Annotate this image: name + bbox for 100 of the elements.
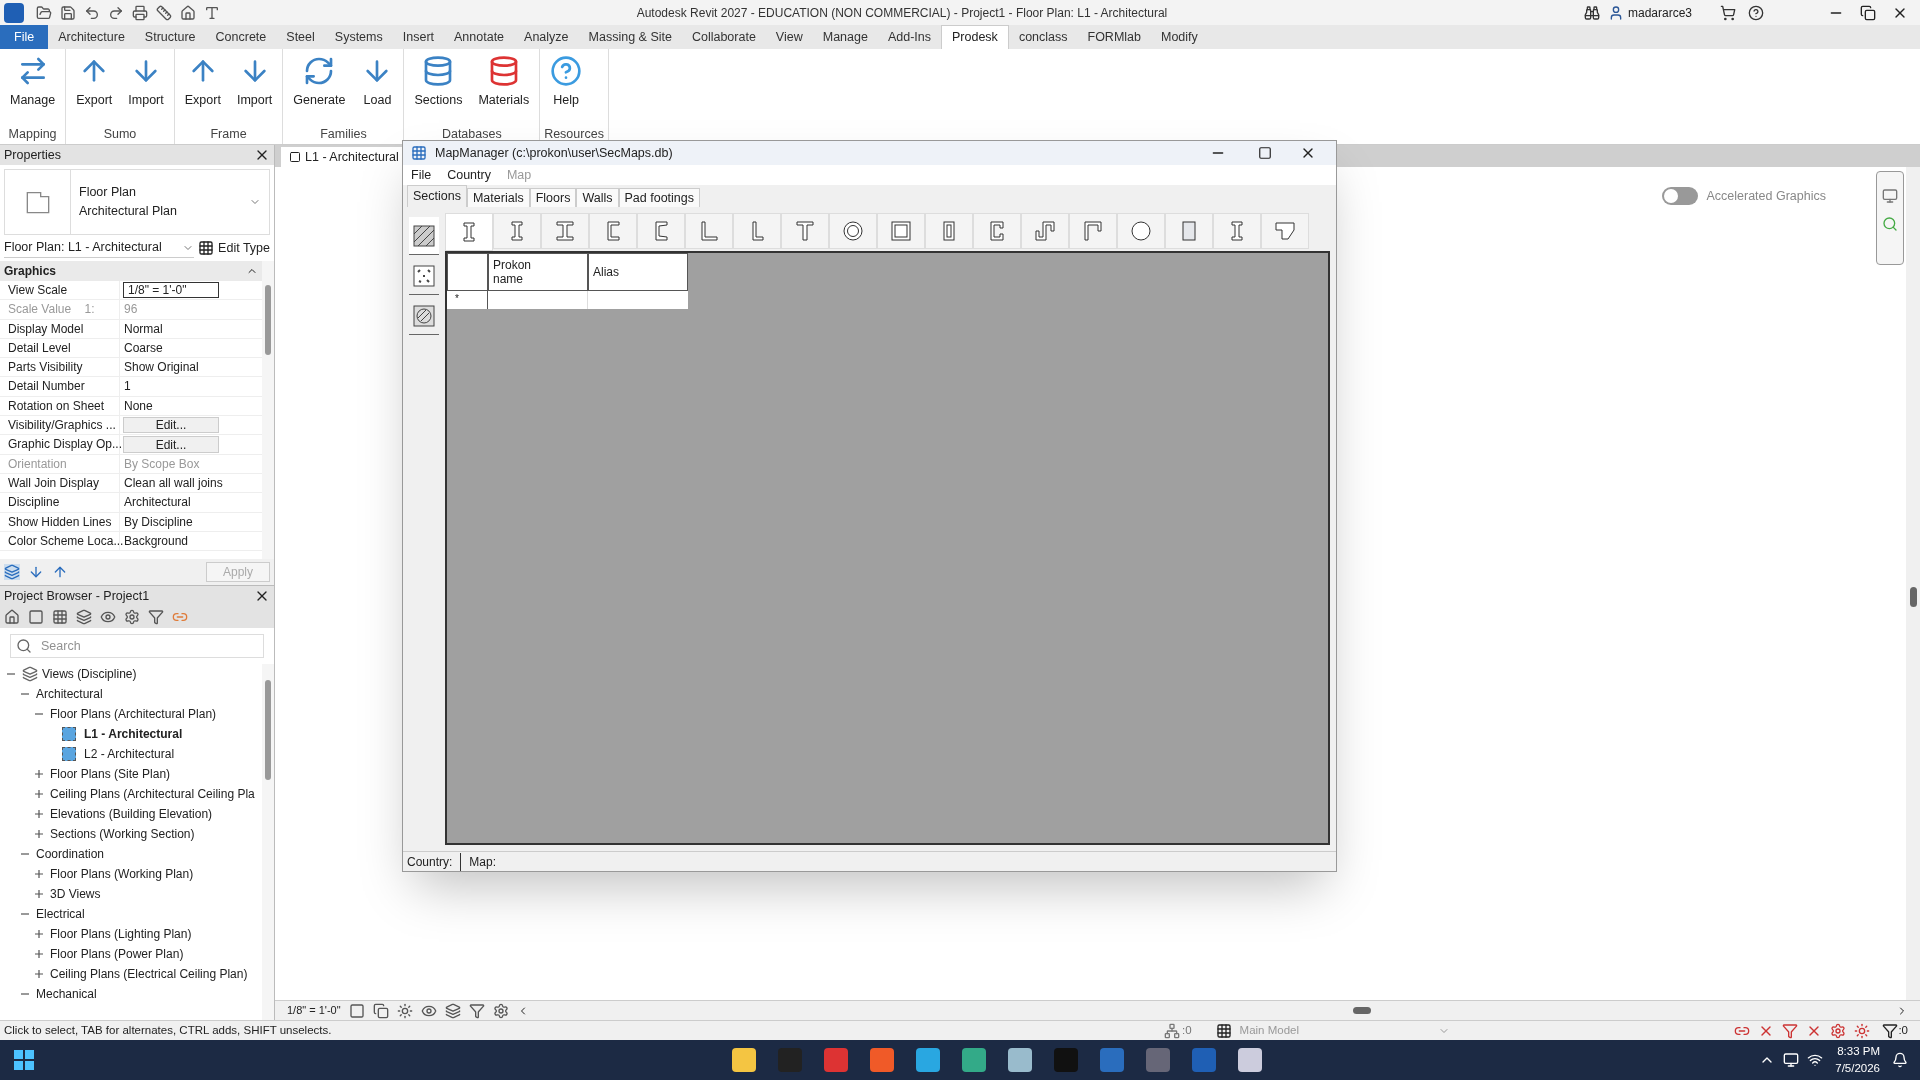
ribbon-tab[interactable]: Insert [392, 25, 444, 49]
cube-icon[interactable] [372, 1002, 389, 1019]
display-icon[interactable] [1783, 1052, 1800, 1068]
tree-item[interactable]: L2 - Architectural [84, 745, 175, 763]
menu-item[interactable]: Country [447, 165, 491, 185]
tree-item[interactable]: Sections (Working Section) [50, 825, 195, 843]
tree-item[interactable]: L1 - Architectural [84, 725, 183, 743]
binoculars-icon[interactable] [1584, 4, 1600, 21]
sort-ascending-icon[interactable] [28, 564, 44, 580]
ribbon-tab[interactable]: Manage [812, 25, 878, 49]
menu-item[interactable]: File [411, 165, 432, 185]
scrollbar[interactable] [262, 261, 274, 559]
measure-icon[interactable] [156, 4, 172, 21]
tree-item[interactable]: Coordination [36, 845, 105, 863]
schedule-icon[interactable] [52, 609, 68, 625]
view-icon[interactable] [28, 609, 44, 625]
tree-item[interactable]: Ceiling Plans (Electrical Ceiling Plan) [50, 965, 248, 983]
dialog-tab[interactable]: Sections [407, 185, 467, 207]
edit-button[interactable]: Edit... [123, 436, 219, 453]
scrollbar[interactable] [262, 664, 274, 1020]
edit-button[interactable]: Edit... [123, 417, 219, 434]
ribbon-tab[interactable]: Architecture [48, 25, 135, 49]
user-name[interactable]: madararce3 [1628, 3, 1708, 22]
ribbon-tab[interactable]: Add-Ins [877, 25, 941, 49]
ribbon-tab[interactable]: Concrete [205, 25, 277, 49]
undo-icon[interactable] [84, 4, 100, 21]
property-field[interactable]: 1/8" = 1'-0" [123, 282, 219, 299]
shape-button[interactable] [1069, 213, 1117, 249]
home-icon[interactable] [4, 609, 20, 625]
scale-label[interactable]: 1/8" = 1'-0" [287, 1002, 341, 1019]
tree-item[interactable]: Architectural [36, 685, 103, 703]
ribbon-tab[interactable]: Analyze [514, 25, 579, 49]
text-icon[interactable] [204, 4, 220, 21]
home-icon[interactable] [180, 4, 196, 21]
shape-button[interactable] [925, 213, 973, 249]
tree-item[interactable]: Ceiling Plans (Architectural Ceiling Pla [50, 785, 255, 803]
restore-button[interactable] [1860, 4, 1876, 21]
tree-item[interactable]: Views (Discipline) [42, 665, 137, 683]
ribbon-tab[interactable]: Massing & Site [578, 25, 682, 49]
shape-button[interactable] [541, 213, 589, 249]
expand-icon[interactable] [34, 889, 44, 899]
ribbon-button[interactable]: Export [70, 53, 119, 112]
tree-item[interactable]: Floor Plans (Working Plan) [50, 865, 194, 883]
ribbon-tab[interactable]: Annotate [444, 25, 515, 49]
instance-dropdown[interactable]: Floor Plan: L1 - Architectural [4, 238, 195, 258]
ribbon-tab[interactable]: Steel [276, 25, 325, 49]
expand-icon[interactable] [34, 929, 44, 939]
shape-button[interactable] [685, 213, 733, 249]
shape-button[interactable] [445, 213, 493, 251]
ribbon-button[interactable]: Manage [4, 53, 62, 112]
shape-button[interactable] [637, 213, 685, 249]
print-icon[interactable] [132, 4, 148, 21]
shape-button[interactable] [1021, 213, 1069, 249]
dialog-tab[interactable]: Walls [576, 188, 619, 207]
tree-item[interactable]: Floor Plans (Architectural Plan) [50, 705, 217, 723]
ribbon-tab[interactable]: Modify [1151, 25, 1208, 49]
ribbon-tab[interactable]: Structure [134, 25, 206, 49]
tree-item[interactable]: Floor Plans (Site Plan) [50, 765, 171, 783]
dialog-tab[interactable]: Floors [529, 188, 577, 207]
ribbon-button[interactable]: Import [230, 53, 279, 112]
clock-time[interactable]: 8:33 PM [1837, 1042, 1880, 1060]
scroll-thumb[interactable] [1353, 1007, 1372, 1014]
expand-icon[interactable] [34, 789, 44, 799]
ribbon-button[interactable]: Import [122, 53, 170, 112]
shape-button[interactable] [1213, 213, 1261, 249]
filter-icon[interactable] [1882, 1022, 1899, 1039]
ribbon-button[interactable]: Export [178, 53, 227, 112]
shape-button[interactable] [733, 213, 781, 249]
ribbon-tab[interactable]: View [765, 25, 813, 49]
ribbon-tab[interactable]: conclass [1008, 25, 1078, 49]
toggle-switch[interactable] [1662, 187, 1699, 205]
shape-button[interactable] [781, 213, 829, 249]
tree-item[interactable]: Elevations (Building Elevation) [50, 805, 213, 823]
filter-icon[interactable] [468, 1002, 485, 1019]
shape-button[interactable] [829, 213, 877, 249]
dialog-tab[interactable]: Materials [466, 188, 530, 207]
tree-item[interactable]: Electrical [36, 905, 85, 923]
shape-button[interactable] [973, 213, 1021, 249]
sun-icon[interactable] [396, 1002, 413, 1019]
shape-button[interactable] [1165, 213, 1213, 249]
navigation-bar[interactable] [1876, 171, 1904, 265]
ribbon-tab[interactable]: FORMlab [1077, 25, 1151, 49]
shape-button[interactable] [1261, 213, 1309, 249]
shape-button[interactable] [493, 213, 541, 249]
tree-item[interactable]: Floor Plans (Lighting Plan) [50, 925, 192, 943]
redo-icon[interactable] [108, 4, 124, 21]
scrollbar[interactable] [1906, 167, 1920, 1000]
expand-icon[interactable] [34, 869, 44, 879]
tree-item[interactable]: Mechanical [36, 985, 97, 1003]
start-icon[interactable] [14, 1050, 34, 1070]
maximize-button[interactable] [1258, 146, 1272, 160]
user-icon[interactable] [1608, 4, 1624, 21]
network-icon[interactable] [1807, 1052, 1824, 1068]
cart-icon[interactable] [1720, 4, 1736, 21]
ribbon-button[interactable]: Help [544, 53, 589, 112]
expand-icon[interactable] [34, 949, 44, 959]
tool-button[interactable] [409, 217, 439, 255]
worksets-icon[interactable] [1164, 1022, 1180, 1039]
expand-icon[interactable] [34, 809, 44, 819]
ribbon-tab[interactable]: Collaborate [681, 25, 766, 49]
